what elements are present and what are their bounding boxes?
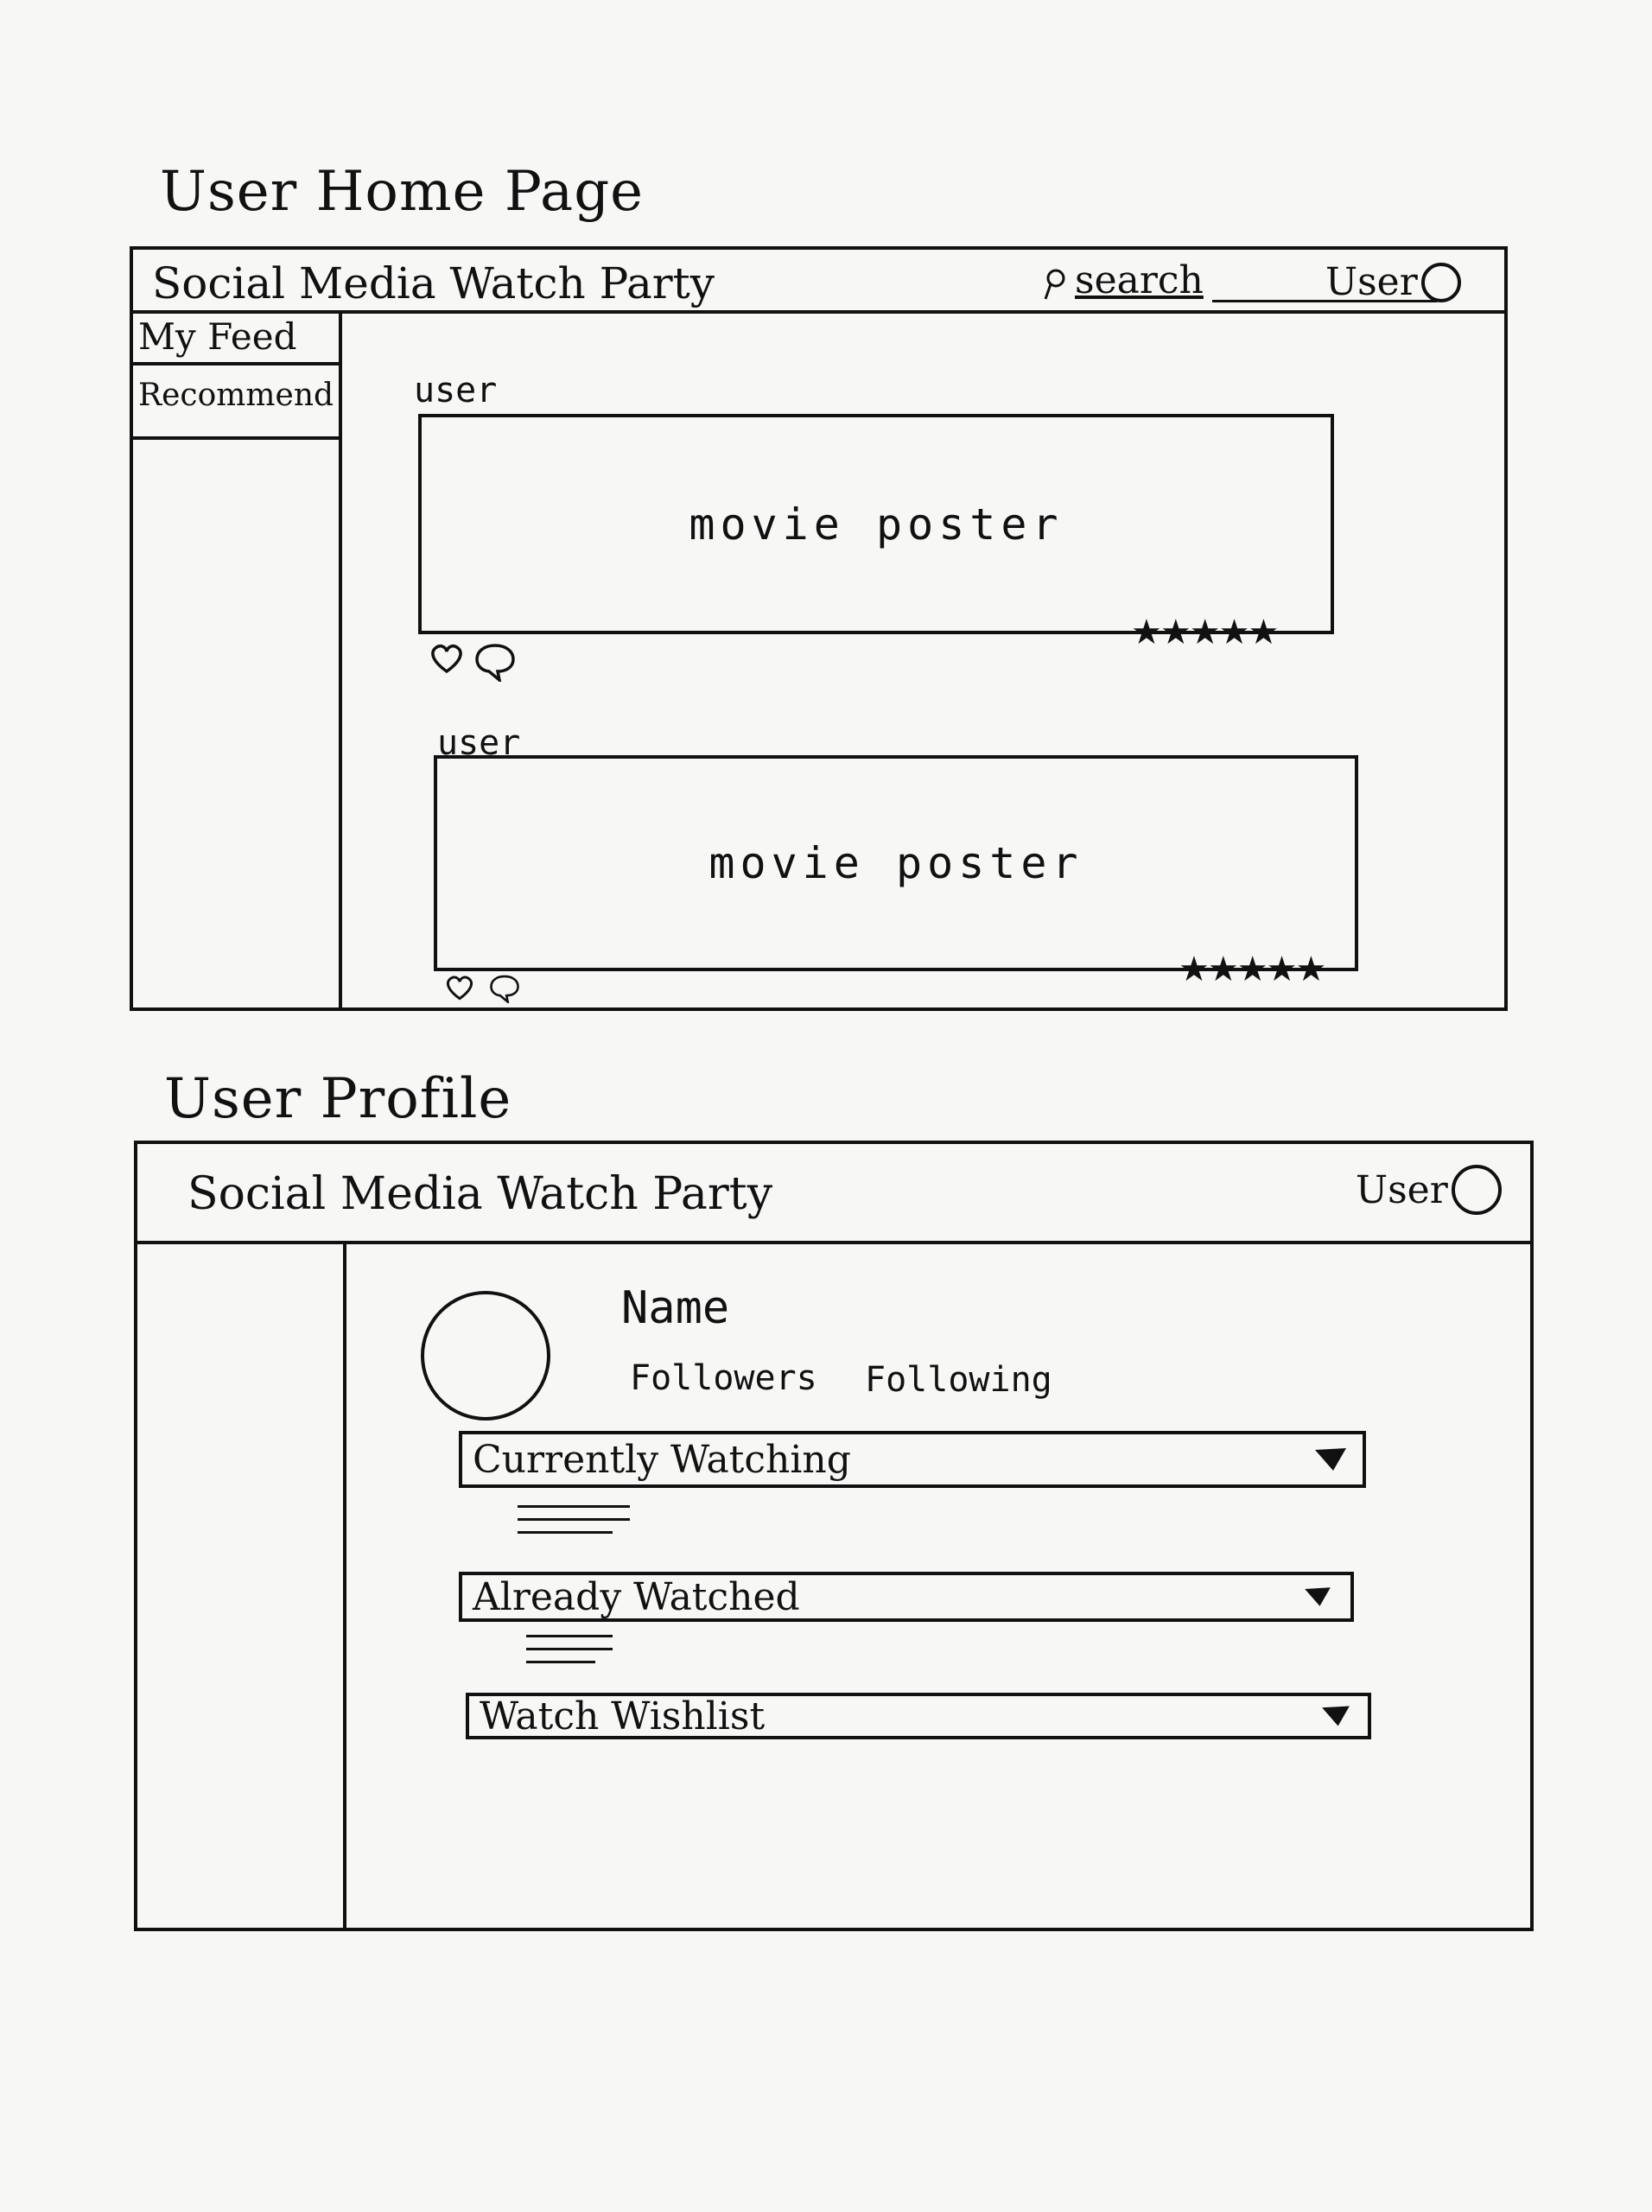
search-icon — [1044, 269, 1065, 300]
home-sidebar: My Feed Recommend — [133, 310, 342, 1007]
currently-watching-list-placeholder — [518, 1505, 630, 1544]
following-link[interactable]: Following — [865, 1360, 1052, 1400]
profile-sidebar — [137, 1241, 346, 1928]
already-watched-dropdown[interactable]: Already Watched — [459, 1572, 1354, 1622]
profile-section-title: User Profile — [164, 1067, 512, 1131]
watch-wishlist-label: Watch Wishlist — [480, 1694, 766, 1738]
post-2-actions — [442, 974, 524, 1003]
post-1-user[interactable]: user — [414, 371, 497, 410]
post-1-actions — [429, 642, 517, 682]
post-1-rating-stars[interactable]: ★★★★★ — [1131, 613, 1279, 652]
profile-topbar: Social Media Watch Party User — [137, 1144, 1530, 1244]
sidebar-item-my-feed[interactable]: My Feed — [133, 310, 339, 365]
already-watched-label: Already Watched — [473, 1574, 800, 1619]
heart-icon[interactable] — [442, 974, 477, 1001]
profile-wireframe: Social Media Watch Party User Name Follo… — [134, 1141, 1534, 1931]
chevron-down-icon — [1322, 1706, 1350, 1726]
already-watched-list-placeholder — [526, 1635, 613, 1674]
profile-avatar[interactable] — [421, 1291, 550, 1421]
currently-watching-dropdown[interactable]: Currently Watching — [459, 1431, 1366, 1488]
home-topbar: Social Media Watch Party search User — [133, 250, 1504, 314]
sidebar-item-recommend[interactable]: Recommend — [133, 365, 339, 440]
user-label: User — [1325, 260, 1418, 304]
currently-watching-label: Currently Watching — [473, 1437, 851, 1482]
home-app-title: Social Media Watch Party — [152, 258, 715, 308]
post-1-movie-poster[interactable]: movie poster — [418, 414, 1334, 634]
chevron-down-icon — [1315, 1448, 1346, 1471]
user-avatar-icon — [1451, 1165, 1502, 1215]
post-2-movie-poster[interactable]: movie poster — [434, 755, 1358, 971]
profile-name: Name — [621, 1282, 730, 1334]
user-label: User — [1356, 1167, 1448, 1212]
comment-icon[interactable] — [473, 642, 517, 682]
user-menu[interactable]: User — [1325, 260, 1461, 304]
post-2-rating-stars[interactable]: ★★★★★ — [1179, 950, 1326, 989]
watch-wishlist-dropdown[interactable]: Watch Wishlist — [466, 1693, 1371, 1739]
comment-icon[interactable] — [486, 974, 524, 1003]
chevron-down-icon — [1305, 1587, 1331, 1606]
followers-link[interactable]: Followers — [630, 1358, 817, 1398]
user-menu[interactable]: User — [1356, 1165, 1502, 1215]
heart-icon[interactable] — [429, 642, 465, 675]
search-label: search — [1075, 258, 1204, 302]
profile-app-title: Social Media Watch Party — [187, 1168, 773, 1220]
home-section-title: User Home Page — [160, 160, 645, 224]
home-wireframe: Social Media Watch Party search User My … — [130, 246, 1508, 1011]
user-avatar-icon — [1420, 262, 1461, 302]
